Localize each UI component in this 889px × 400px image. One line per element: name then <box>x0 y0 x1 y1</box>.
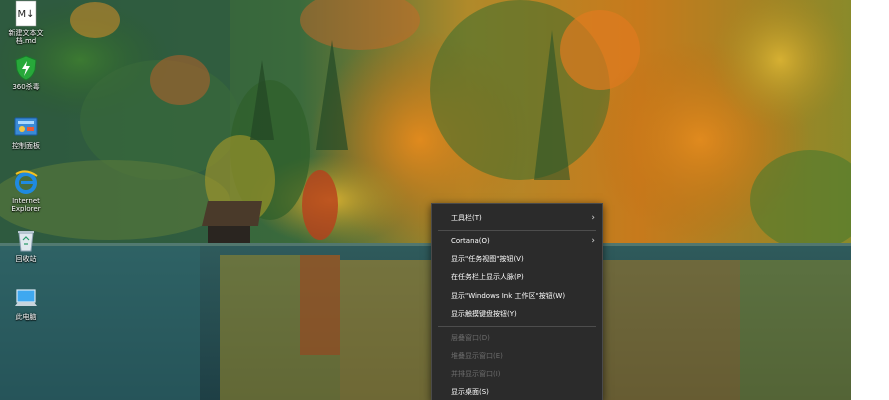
chevron-right-icon: › <box>591 213 595 223</box>
menu-item-label: 工具栏(T) <box>451 214 482 222</box>
recycle-bin-icon <box>18 231 34 252</box>
taskbar-context-menu: 工具栏(T) › Cortana(O) › 显示"任务视图"按钮(V) 在任务栏… <box>431 203 603 400</box>
computer-icon <box>15 289 37 306</box>
menu-item-touch-keyboard-button[interactable]: 显示触摸键盘按钮(Y) <box>432 305 602 323</box>
desktop-icon-new-text-file[interactable]: M↓ 新建文本文 档.md <box>0 0 54 45</box>
control-panel-icon <box>14 117 38 136</box>
menu-item-cascade-windows: 层叠窗口(D) <box>432 329 602 347</box>
menu-item-label: 在任务栏上显示人脉(P) <box>451 273 524 281</box>
desktop-icon-this-pc[interactable]: 此电脑 <box>0 284 54 321</box>
menu-item-label: 显示"任务视图"按钮(V) <box>451 255 524 263</box>
menu-item-task-view-button[interactable]: 显示"任务视图"按钮(V) <box>432 250 602 268</box>
desktop-icon-control-panel[interactable]: 控制面板 <box>0 113 54 150</box>
menu-separator <box>438 230 596 231</box>
menu-item-label: 层叠窗口(D) <box>451 334 490 342</box>
menu-item-label: 并排显示窗口(I) <box>451 370 501 378</box>
menu-separator <box>438 326 596 327</box>
shield-360-icon <box>15 55 37 81</box>
md-icon-text: M↓ <box>17 9 34 20</box>
desktop-icon-label: 控制面板 <box>12 142 40 150</box>
desktop-icon-label: 新建文本文 档.md <box>8 29 44 45</box>
desktop-icon-label: 此电脑 <box>15 313 37 321</box>
menu-item-side-by-side-windows: 并排显示窗口(I) <box>432 365 602 383</box>
desktop-icon-360[interactable]: 360杀毒 <box>0 54 54 91</box>
desktop-icon-recycle-bin[interactable]: 回收站 <box>0 226 54 263</box>
menu-item-label: 显示桌面(S) <box>451 388 489 396</box>
menu-item-label: 堆叠显示窗口(E) <box>451 352 503 360</box>
menu-item-label: 显示触摸键盘按钮(Y) <box>451 310 517 318</box>
menu-item-label: Cortana(O) <box>451 237 490 245</box>
desktop[interactable]: M↓ 新建文本文 档.md 360杀毒 控制面板 Internet Explor… <box>0 0 851 400</box>
desktop-icon-label: 360杀毒 <box>12 83 40 91</box>
menu-item-stack-windows: 堆叠显示窗口(E) <box>432 347 602 365</box>
menu-item-toolbars[interactable]: 工具栏(T) › <box>432 209 602 227</box>
menu-item-windows-ink-button[interactable]: 显示"Windows Ink 工作区"按钮(W) <box>432 287 602 305</box>
screen-edge <box>851 0 889 400</box>
menu-item-show-people[interactable]: 在任务栏上显示人脉(P) <box>432 268 602 286</box>
ie-icon <box>15 170 38 194</box>
menu-item-show-desktop[interactable]: 显示桌面(S) <box>432 383 602 400</box>
desktop-icon-label: 回收站 <box>15 255 37 263</box>
menu-item-label: 显示"Windows Ink 工作区"按钮(W) <box>451 292 566 300</box>
desktop-icon-internet-explorer[interactable]: Internet Explorer <box>0 168 54 213</box>
wallpaper <box>0 0 851 400</box>
desktop-icon-label: Internet Explorer <box>11 197 41 213</box>
markdown-file-icon: M↓ <box>15 0 37 27</box>
chevron-right-icon: › <box>591 236 595 246</box>
menu-item-cortana[interactable]: Cortana(O) › <box>432 232 602 250</box>
